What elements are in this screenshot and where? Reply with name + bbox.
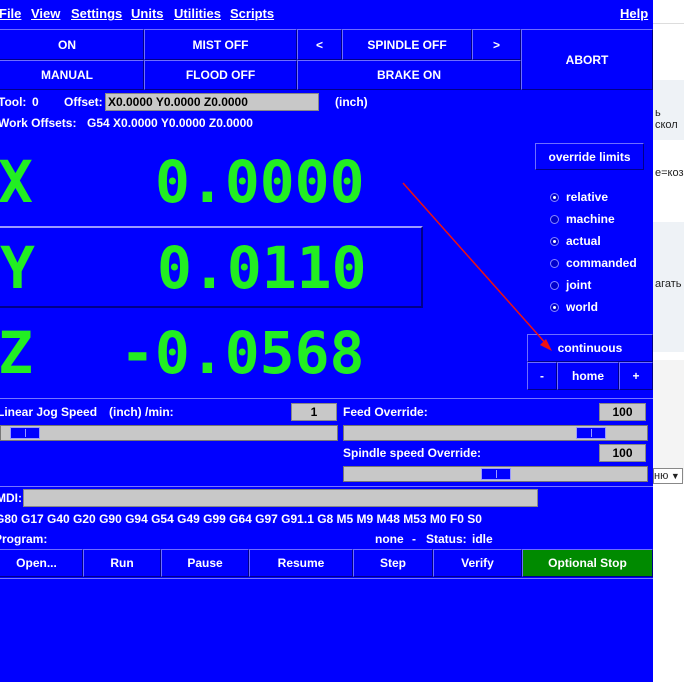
jog-speed-value: 1: [310, 405, 318, 419]
resume-button[interactable]: Resume: [249, 549, 353, 577]
feed-override-slider[interactable]: [343, 425, 648, 441]
bg-select[interactable]: ню ▼: [653, 468, 683, 484]
bg-text-fragment: ь скол: [655, 107, 678, 131]
bg-window-block: [653, 360, 684, 480]
divider: [0, 486, 653, 487]
bg-select-value: ню: [654, 470, 669, 482]
feed-override-label: Feed Override:: [343, 405, 428, 419]
slider-handle[interactable]: [481, 468, 511, 480]
verify-button[interactable]: Verify: [433, 549, 522, 577]
program-label: Program:: [0, 532, 48, 546]
axis-main-window: File View Settings Units Utilities Scrip…: [0, 0, 653, 682]
jog-speed-label: Linear Jog Speed: [0, 405, 98, 419]
pause-button[interactable]: Pause: [161, 549, 249, 577]
bg-text-fragment: агать: [655, 278, 682, 290]
spindle-override-slider[interactable]: [343, 466, 648, 482]
feed-override-value: 100: [612, 405, 633, 419]
spindle-override-label: Spindle speed Override:: [343, 446, 482, 460]
arrow-line: [402, 182, 549, 347]
bg-window-header: [653, 0, 684, 24]
active-gcodes: G80 G17 G40 G20 G90 G94 G54 G49 G99 G64 …: [0, 512, 482, 526]
jog-speed-slider[interactable]: [0, 425, 338, 441]
run-button[interactable]: Run: [83, 549, 161, 577]
program-text-area[interactable]: [0, 579, 653, 682]
arrow-head: [540, 339, 552, 351]
step-button[interactable]: Step: [353, 549, 433, 577]
optional-stop-button[interactable]: Optional Stop: [522, 549, 653, 577]
spindle-override-field[interactable]: 100: [599, 444, 646, 462]
jog-speed-unit: (inch) /min:: [109, 405, 174, 419]
open-button[interactable]: Open...: [0, 549, 83, 577]
chevron-down-icon: ▼: [668, 471, 680, 481]
feed-override-field[interactable]: 100: [599, 403, 646, 421]
mdi-label: MDI:: [0, 491, 22, 505]
slider-handle[interactable]: [10, 427, 40, 439]
mdi-input[interactable]: [23, 489, 538, 507]
status-label: Status:: [426, 532, 467, 546]
divider: [0, 398, 653, 399]
program-separator: -: [412, 532, 416, 546]
spindle-override-value: 100: [612, 446, 633, 460]
slider-handle[interactable]: [576, 427, 606, 439]
status-value: idle: [472, 532, 493, 546]
background-window: ь скол е=коз агать ню ▼: [653, 0, 684, 682]
program-name: none: [375, 532, 404, 546]
jog-speed-field[interactable]: 1: [291, 403, 337, 421]
bg-text-fragment: е=коз: [655, 167, 684, 179]
